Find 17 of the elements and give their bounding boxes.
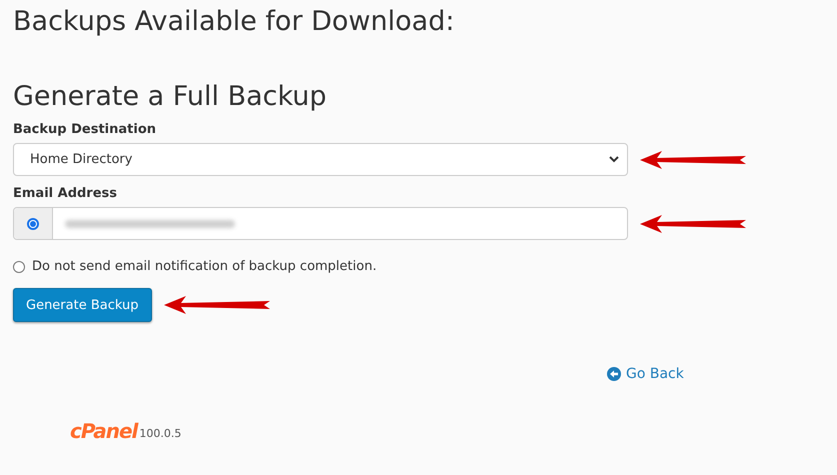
generate-button[interactable]: Generate Backup [13,288,152,322]
destination-select[interactable]: Home Directory [13,143,628,176]
email-field[interactable] [13,207,628,240]
arrow-icon [640,150,746,168]
radio-button[interactable] [13,260,25,272]
field-label: Email Address [13,186,118,201]
section-title: Generate a Full Backup [13,81,328,112]
page-heading: Backups Available for Download: [13,6,456,37]
field-label: Backup Destination [13,122,158,137]
arrow-icon [640,214,746,232]
go-back-link[interactable]: Go Back [626,366,684,382]
arrow-icon [164,296,270,314]
option-label: Do not send email notification of backup completion. [32,259,377,274]
logo: cPanel [70,419,138,443]
chevron-icon [609,156,619,163]
version-text: 100.0.5 [139,427,182,440]
radio-button[interactable] [27,218,39,230]
